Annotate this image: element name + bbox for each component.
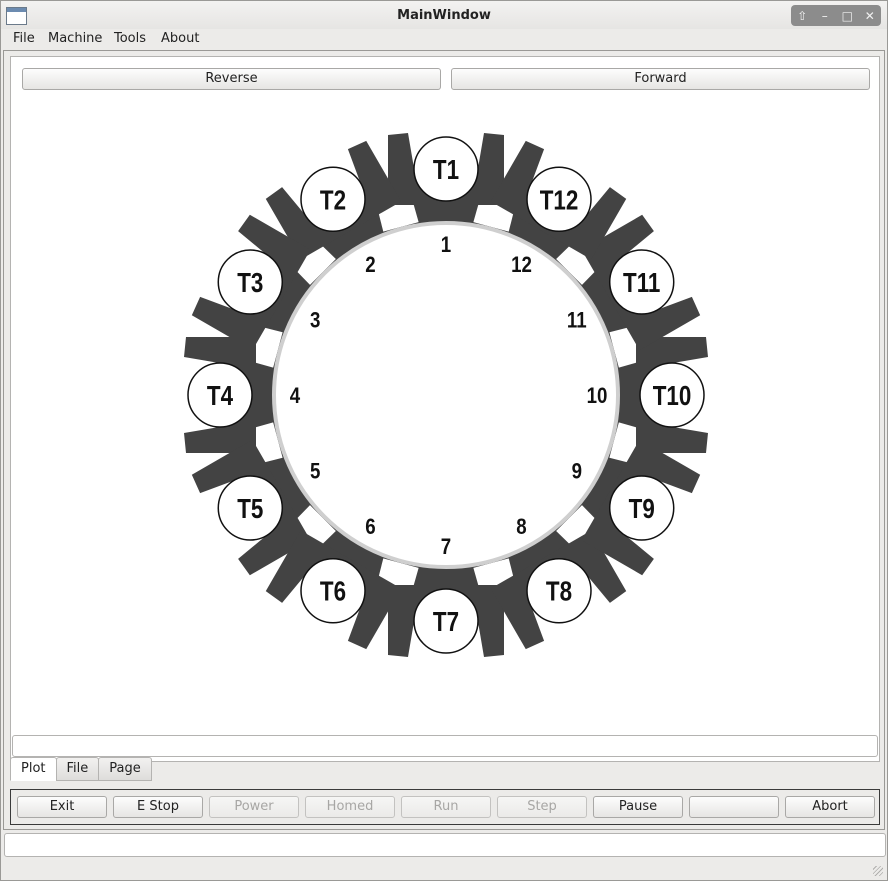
svg-text:T7: T7 (433, 607, 459, 638)
status-bar (4, 833, 886, 857)
carousel-inner-ring (272, 221, 620, 569)
slot-number: 7 (441, 536, 451, 560)
svg-text:T2: T2 (320, 185, 346, 216)
maximize-icon[interactable]: □ (838, 9, 856, 23)
slot-number: 5 (310, 460, 320, 484)
view-tabs: Plot File Page (10, 757, 152, 781)
svg-text:T9: T9 (629, 494, 655, 525)
exit-button[interactable]: Exit (17, 796, 107, 818)
minimize-icon[interactable]: – (816, 9, 834, 23)
tool-pocket-t1[interactable]: T1 (413, 136, 479, 202)
homed-button[interactable]: Homed (305, 796, 395, 818)
run-button[interactable]: Run (401, 796, 491, 818)
svg-text:T5: T5 (237, 494, 263, 525)
central-widget: Reverse Forward 1 2 3 4 5 6 7 8 9 10 11 12 T1 T2 T3 T4 T… (3, 50, 885, 830)
svg-text:T10: T10 (653, 381, 692, 412)
tool-pocket-t8[interactable]: T8 (526, 557, 592, 624)
tool-pocket-t9[interactable]: T9 (608, 475, 675, 541)
svg-text:T8: T8 (546, 576, 572, 607)
slot-number: 10 (587, 385, 608, 409)
main-window: MainWindow ⇧ – □ ✕ File Machine Tools Ab… (0, 0, 888, 881)
pause-button[interactable]: Pause (593, 796, 683, 818)
plot-pane: Reverse Forward 1 2 3 4 5 6 7 8 9 10 11 12 T1 T2 T3 T4 T… (10, 56, 880, 762)
tool-pocket-t4[interactable]: T4 (187, 362, 253, 428)
slot-number: 11 (567, 309, 587, 333)
tool-carousel: 123456789101112T1T2T3T4T5T6T7T8T9T10T11T… (181, 130, 711, 660)
shade-icon[interactable]: ⇧ (793, 9, 811, 23)
tool-pocket-t2[interactable]: T2 (300, 166, 366, 233)
menu-bar: File Machine Tools About (1, 29, 887, 49)
svg-text:T6: T6 (320, 576, 346, 607)
slot-number: 2 (365, 254, 375, 278)
menu-about[interactable]: About (161, 31, 199, 46)
mdi-command-input[interactable] (12, 735, 878, 757)
resize-grip-icon[interactable] (873, 866, 883, 876)
svg-text:T1: T1 (433, 155, 459, 186)
svg-text:T12: T12 (540, 185, 579, 216)
window-title: MainWindow (397, 8, 491, 23)
tool-pocket-t11[interactable]: T11 (608, 249, 675, 315)
window-controls: ⇧ – □ ✕ (791, 5, 881, 26)
tool-pocket-t12[interactable]: T12 (526, 166, 592, 233)
slot-number: 1 (441, 234, 451, 258)
tab-plot[interactable]: Plot (10, 757, 57, 781)
unlabeled-button[interactable] (689, 796, 779, 818)
title-bar: MainWindow ⇧ – □ ✕ (1, 1, 887, 29)
control-button-bar: Exit E Stop Power Homed Run Step Pause A… (10, 789, 880, 825)
slot-number: 6 (365, 515, 375, 539)
power-button[interactable]: Power (209, 796, 299, 818)
tool-pocket-t10[interactable]: T10 (639, 362, 705, 428)
tool-pocket-t7[interactable]: T7 (413, 588, 479, 654)
svg-text:T3: T3 (237, 268, 263, 299)
tab-page[interactable]: Page (98, 757, 152, 781)
menu-file[interactable]: File (13, 31, 35, 46)
svg-text:T4: T4 (207, 381, 233, 412)
slot-number: 9 (572, 460, 582, 484)
menu-tools[interactable]: Tools (114, 31, 146, 46)
svg-text:T11: T11 (623, 268, 660, 299)
tab-file[interactable]: File (55, 757, 100, 781)
tool-pocket-t5[interactable]: T5 (217, 475, 284, 541)
tool-pocket-t6[interactable]: T6 (300, 557, 366, 624)
slot-number: 12 (511, 254, 532, 278)
step-button[interactable]: Step (497, 796, 587, 818)
menu-machine[interactable]: Machine (48, 31, 102, 46)
slot-number: 3 (310, 309, 320, 333)
slot-number: 4 (290, 385, 301, 409)
close-icon[interactable]: ✕ (861, 9, 879, 23)
abort-button[interactable]: Abort (785, 796, 875, 818)
estop-button[interactable]: E Stop (113, 796, 203, 818)
tool-pocket-t3[interactable]: T3 (217, 249, 284, 315)
slot-number: 8 (516, 515, 526, 539)
